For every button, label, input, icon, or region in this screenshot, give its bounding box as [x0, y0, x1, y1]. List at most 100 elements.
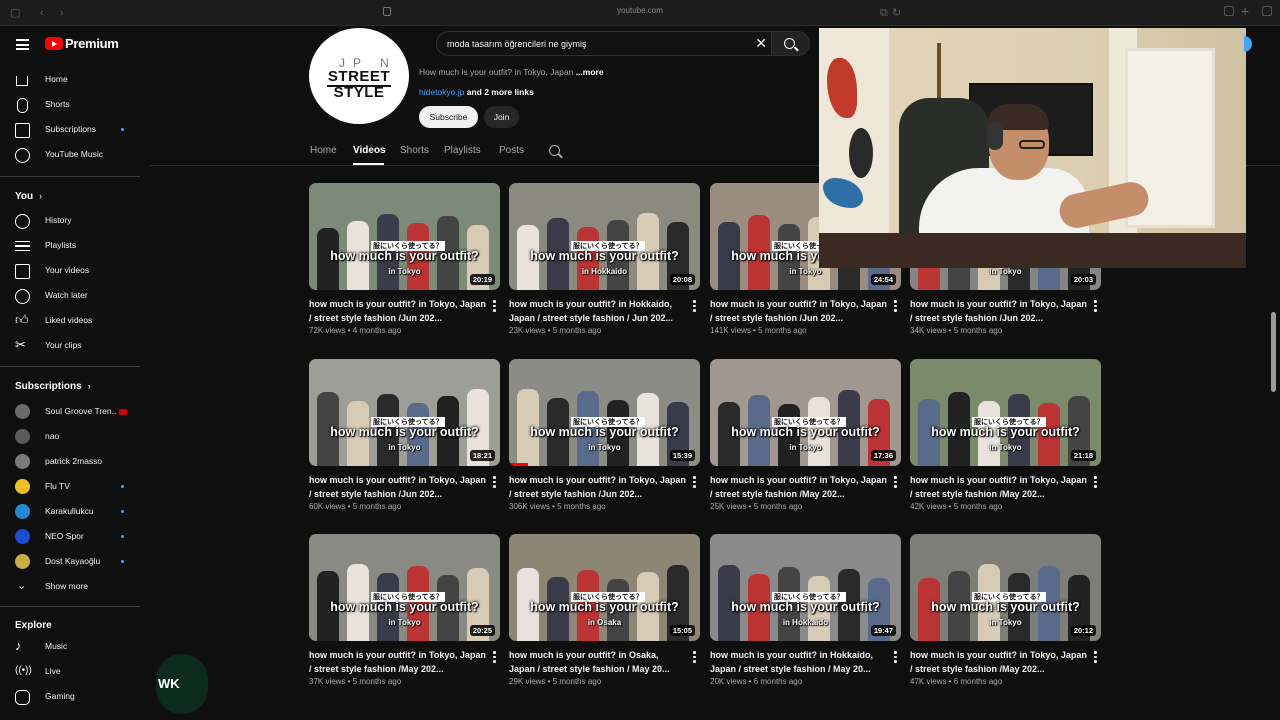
- sidebar-channel-neo-spor[interactable]: NEO Spor: [0, 525, 140, 549]
- video-card[interactable]: 服にいくら使ってる？how much is your outfit?in Tok…: [309, 534, 500, 699]
- channel-search-icon[interactable]: [549, 145, 560, 156]
- sidebar-channel-soul-groove[interactable]: Soul Groove Tren...: [0, 400, 140, 424]
- sidebar-you-heading[interactable]: You ›: [15, 191, 42, 202]
- description-more-link[interactable]: ...more: [576, 67, 604, 77]
- more-options-icon[interactable]: [692, 476, 696, 488]
- more-options-icon[interactable]: [1093, 300, 1097, 312]
- back-icon[interactable]: ‹: [40, 7, 44, 19]
- video-card[interactable]: 服にいくら使ってる？ how much is your outfit? in Hok…: [710, 534, 901, 699]
- search-button[interactable]: [772, 31, 810, 56]
- video-card[interactable]: 服にいくら使ってる？ how much is your outfit? in Hok…: [509, 183, 700, 348]
- sidebar-subscriptions-heading[interactable]: Subscriptions ›: [15, 381, 91, 392]
- video-title[interactable]: how much is your outfit? in Tokyo, Japan…: [309, 474, 487, 501]
- video-card[interactable]: 服にいくら使ってる？how much is your outfit?in Tok…: [910, 534, 1101, 699]
- tab-posts[interactable]: Posts: [499, 145, 524, 156]
- channel-link[interactable]: hidetokyo.jp: [419, 87, 464, 97]
- more-options-icon[interactable]: [893, 651, 897, 663]
- scrollbar[interactable]: [1271, 312, 1276, 392]
- tab-videos[interactable]: Videos: [353, 145, 386, 156]
- forward-icon[interactable]: ›: [60, 7, 64, 19]
- tabs-overview-icon[interactable]: [1262, 6, 1272, 16]
- new-tab-icon[interactable]: +: [1241, 3, 1249, 19]
- sidebar-channel-karakullukcu[interactable]: Karakullukcu: [0, 500, 140, 524]
- more-links[interactable]: and 2 more links: [464, 87, 534, 97]
- video-thumbnail[interactable]: 服にいくら使ってる？ how much is your outfit? in Hok…: [509, 183, 700, 290]
- sidebar-item-your-clips[interactable]: ✂ Your clips: [0, 334, 140, 358]
- sidebar-show-more[interactable]: ⌄ Show more: [0, 575, 140, 599]
- video-title[interactable]: how much is your outfit? in Hokkaido, Ja…: [710, 649, 888, 676]
- video-title[interactable]: how much is your outfit? in Hokkaido, Ja…: [509, 298, 687, 325]
- sidebar-item-youtube-music[interactable]: YouTube Music: [0, 143, 140, 167]
- youtube-logo-icon[interactable]: [45, 37, 63, 50]
- video-thumbnail[interactable]: 服にいくら使ってる？how much is your outfit?in Tok…: [309, 183, 500, 290]
- share-icon[interactable]: [1224, 6, 1234, 16]
- sidebar-item-home[interactable]: Home: [0, 68, 140, 92]
- sidebar-item-history[interactable]: History: [0, 209, 140, 233]
- sidebar-item-liked-videos[interactable]: 👍︎ Liked videos: [0, 309, 140, 333]
- video-title[interactable]: how much is your outfit? in Tokyo, Japan…: [910, 474, 1088, 501]
- video-title[interactable]: how much is your outfit? in Osaka, Japan…: [509, 649, 687, 676]
- video-thumbnail[interactable]: 服にいくら使ってる？how much is your outfit?in Tok…: [509, 359, 700, 466]
- video-card[interactable]: 服にいくら使ってる？how much is your outfit?in Tok…: [910, 359, 1101, 524]
- menu-icon[interactable]: [16, 39, 29, 50]
- more-options-icon[interactable]: [492, 300, 496, 312]
- more-options-icon[interactable]: [893, 300, 897, 312]
- video-thumbnail[interactable]: 服にいくら使ってる？ how much is your outfit? in Hok…: [710, 534, 901, 641]
- video-title[interactable]: how much is your outfit? in Tokyo, Japan…: [710, 298, 888, 325]
- brand-label[interactable]: Premium: [65, 36, 119, 51]
- search-input[interactable]: moda tasarım öğrencileri ne giymiş ✕: [436, 31, 772, 56]
- tab-home[interactable]: Home: [310, 145, 337, 156]
- video-title[interactable]: how much is your outfit? in Tokyo, Japan…: [910, 649, 1088, 676]
- video-title[interactable]: how much is your outfit? in Tokyo, Japan…: [910, 298, 1088, 325]
- channel-avatar-large[interactable]: JP N STREET STYLE: [309, 28, 409, 124]
- sidebar-channel-dost-kayaoglu[interactable]: Dost Kayaoğlu: [0, 550, 140, 574]
- sidebar-item-live[interactable]: ((•)) Live: [0, 660, 140, 684]
- more-options-icon[interactable]: [893, 476, 897, 488]
- more-options-icon[interactable]: [492, 476, 496, 488]
- more-options-icon[interactable]: [692, 651, 696, 663]
- sidebar-channel-flu-tv[interactable]: Flu TV: [0, 475, 140, 499]
- sidebar-channel-nao[interactable]: nao: [0, 425, 140, 449]
- sidebar-channel-patrick[interactable]: patrick 2masso: [0, 450, 140, 474]
- sidebar-item-music[interactable]: ♪ Music: [0, 635, 140, 659]
- subscribe-button[interactable]: Subscribe: [419, 106, 478, 128]
- address-bar[interactable]: youtube.com: [560, 6, 720, 15]
- join-button[interactable]: Join: [484, 106, 519, 128]
- sidebar-item-your-videos[interactable]: Your videos: [0, 259, 140, 283]
- more-options-icon[interactable]: [692, 300, 696, 312]
- video-thumbnail[interactable]: 服にいくら使ってる？how much is your outfit?in Tok…: [910, 359, 1101, 466]
- sidebar-item-watch-later[interactable]: Watch later: [0, 284, 140, 308]
- account-avatar[interactable]: [1244, 36, 1252, 52]
- sidebar-item-label: Watch later: [45, 290, 88, 300]
- sidebar-item-playlists[interactable]: Playlists: [0, 234, 140, 258]
- more-options-icon[interactable]: [1093, 476, 1097, 488]
- video-card[interactable]: 服にいくら使ってる？how much is your outfit?in Tok…: [309, 183, 500, 348]
- thumbnail-caption: how much is your outfit?: [330, 600, 479, 614]
- tab-shorts[interactable]: Shorts: [400, 145, 429, 156]
- more-options-icon[interactable]: [492, 651, 496, 663]
- video-card[interactable]: 服にいくら使ってる？ how much is your outfit? in Osa…: [509, 534, 700, 699]
- video-title[interactable]: how much is your outfit? in Tokyo, Japan…: [309, 649, 487, 676]
- video-title[interactable]: how much is your outfit? in Tokyo, Japan…: [710, 474, 888, 501]
- reload-icon[interactable]: ↻: [892, 7, 901, 19]
- video-title[interactable]: how much is your outfit? in Tokyo, Japan…: [509, 474, 687, 501]
- video-card[interactable]: 服にいくら使ってる？how much is your outfit?in Tok…: [509, 359, 700, 524]
- tab-playlists[interactable]: Playlists: [444, 145, 481, 156]
- floating-logo[interactable]: WK: [156, 654, 208, 714]
- video-thumbnail[interactable]: 服にいくら使ってる？how much is your outfit?in Tok…: [309, 534, 500, 641]
- more-options-icon[interactable]: [1093, 651, 1097, 663]
- sidebar-item-subscriptions[interactable]: Subscriptions: [0, 118, 140, 142]
- sidebar-toggle-icon[interactable]: ▢: [10, 7, 20, 19]
- video-thumbnail[interactable]: 服にいくら使ってる？how much is your outfit?in Tok…: [710, 359, 901, 466]
- video-card[interactable]: 服にいくら使ってる？how much is your outfit?in Tok…: [309, 359, 500, 524]
- channel-description[interactable]: How much is your outfit? in Tokyo, Japan…: [419, 67, 604, 77]
- video-thumbnail[interactable]: 服にいくら使ってる？how much is your outfit?in Tok…: [309, 359, 500, 466]
- clear-search-icon[interactable]: ✕: [755, 35, 767, 51]
- video-title[interactable]: how much is your outfit? in Tokyo, Japan…: [309, 298, 487, 325]
- video-card[interactable]: 服にいくら使ってる？how much is your outfit?in Tok…: [710, 359, 901, 524]
- video-thumbnail[interactable]: 服にいくら使ってる？ how much is your outfit? in Osa…: [509, 534, 700, 641]
- video-thumbnail[interactable]: 服にいくら使ってる？how much is your outfit?in Tok…: [910, 534, 1101, 641]
- sidebar-item-gaming[interactable]: Gaming: [0, 685, 140, 709]
- translate-icon[interactable]: ⧉: [880, 7, 888, 19]
- sidebar-item-shorts[interactable]: Shorts: [0, 93, 140, 117]
